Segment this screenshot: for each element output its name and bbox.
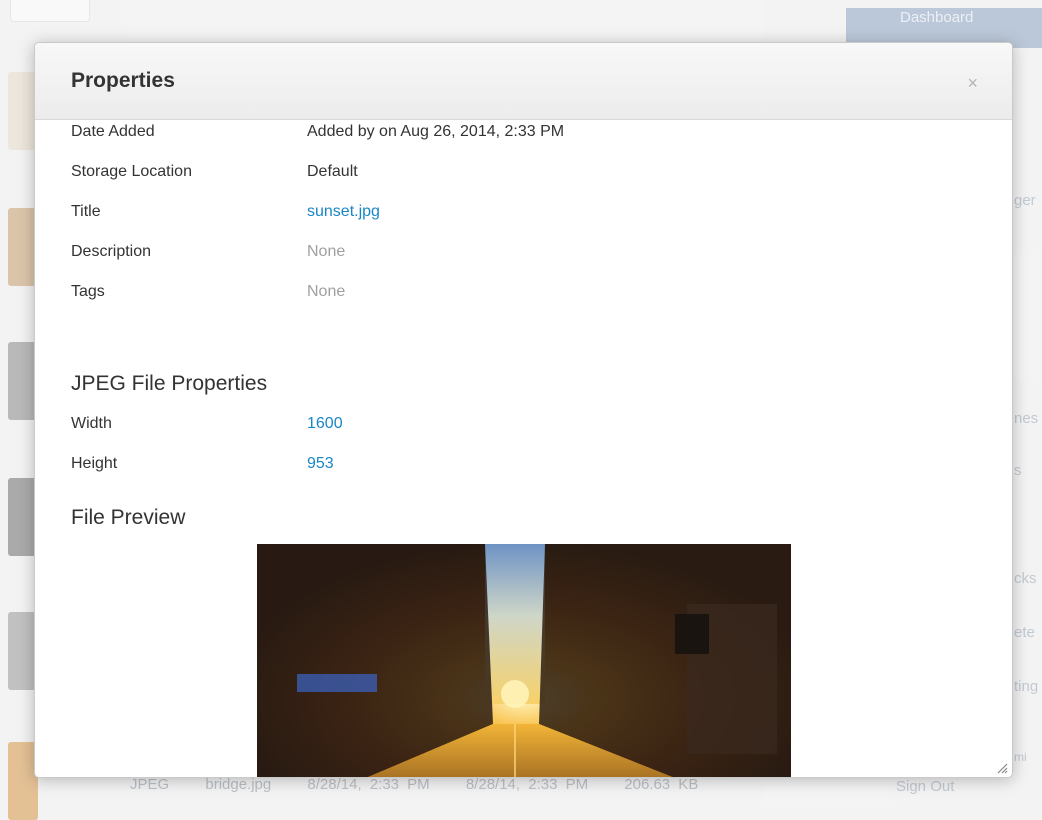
file-preview-heading: File Preview [71, 506, 186, 529]
sidebar-item-fragment[interactable]: mi [1014, 750, 1027, 764]
property-label: Height [71, 455, 118, 472]
sidebar-item-fragment[interactable]: ger [1014, 192, 1036, 209]
sign-out-link[interactable]: Sign Out [896, 778, 954, 795]
sidebar-item-fragment[interactable]: ete [1014, 624, 1035, 641]
file-size-cell: 206.63 KB [624, 776, 699, 793]
sunset-street-photo [257, 544, 791, 777]
sidebar-item-fragment[interactable]: cks [1014, 570, 1037, 587]
file-name-cell: bridge.jpg [205, 776, 272, 793]
description-edit-field[interactable]: None [307, 240, 345, 264]
property-value: Default [307, 163, 358, 180]
property-label: Description [71, 243, 152, 260]
property-label: Date Added [71, 123, 155, 140]
property-label: Tags [71, 283, 105, 300]
sidebar-item-fragment[interactable]: ting [1014, 678, 1038, 695]
file-preview-image [257, 544, 791, 777]
property-label: Storage Location [71, 163, 192, 180]
file-table-row[interactable]: JPEG bridge.jpg 8/28/14, 2:33 PM 8/28/14… [130, 776, 726, 793]
close-icon[interactable]: × [967, 73, 978, 94]
height-value-link[interactable]: 953 [307, 452, 334, 476]
resize-grip-icon[interactable] [996, 761, 1008, 774]
properties-dialog: Properties × Date Added Added by on Aug … [34, 42, 1013, 778]
dialog-header: Properties × [35, 43, 1012, 120]
property-value: Added by on Aug 26, 2014, 2:33 PM [307, 123, 565, 140]
dialog-body: Date Added Added by on Aug 26, 2014, 2:3… [35, 120, 1012, 777]
file-modified-cell: 8/28/14, 2:33 PM [465, 776, 589, 793]
file-added-cell: 8/28/14, 2:33 PM [307, 776, 430, 793]
background-top-control [10, 0, 90, 22]
width-value-link[interactable]: 1600 [307, 412, 343, 436]
property-label: Title [71, 203, 101, 220]
jpeg-properties-heading: JPEG File Properties [71, 372, 268, 395]
title-edit-link[interactable]: sunset.jpg [307, 200, 380, 224]
dialog-title: Properties [71, 69, 175, 92]
property-label: Width [71, 415, 112, 432]
sidebar-item-fragment[interactable]: nes [1014, 410, 1038, 427]
tags-edit-field[interactable]: None [307, 280, 345, 304]
file-type-cell: JPEG [130, 776, 170, 793]
sidebar-item-fragment[interactable]: s [1014, 462, 1022, 479]
